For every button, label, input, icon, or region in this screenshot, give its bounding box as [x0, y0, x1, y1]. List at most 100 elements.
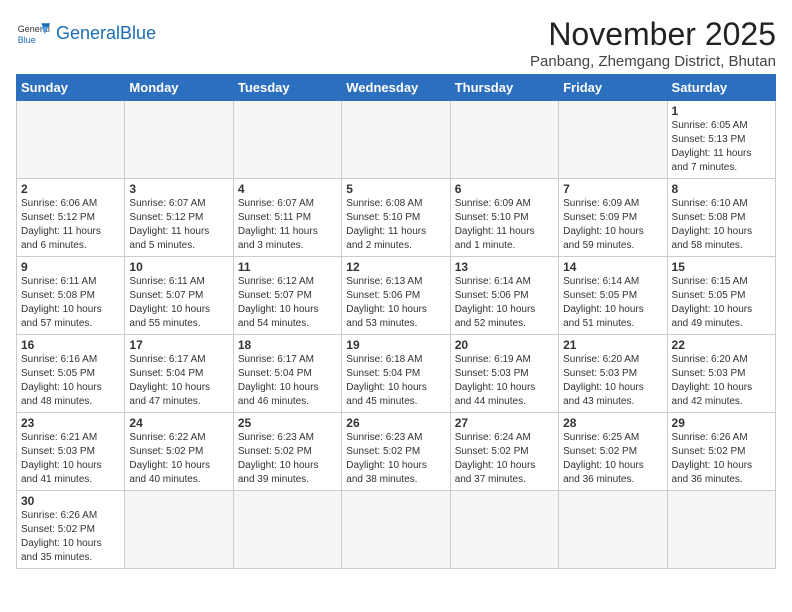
day-number: 18	[238, 338, 337, 352]
day-info: Sunrise: 6:05 AM Sunset: 5:13 PM Dayligh…	[672, 119, 771, 175]
day-number: 12	[346, 260, 445, 274]
calendar-cell: 12Sunrise: 6:13 AM Sunset: 5:06 PM Dayli…	[342, 257, 450, 335]
day-number: 3	[129, 182, 228, 196]
day-number: 21	[563, 338, 662, 352]
calendar-cell: 26Sunrise: 6:23 AM Sunset: 5:02 PM Dayli…	[342, 413, 450, 491]
calendar-table: SundayMondayTuesdayWednesdayThursdayFrid…	[16, 74, 776, 569]
day-info: Sunrise: 6:23 AM Sunset: 5:02 PM Dayligh…	[346, 431, 445, 487]
logo-text: GeneralBlue	[56, 24, 156, 44]
day-info: Sunrise: 6:16 AM Sunset: 5:05 PM Dayligh…	[21, 353, 120, 409]
page-header: General Blue GeneralBlue November 2025 P…	[16, 16, 776, 70]
calendar-cell: 16Sunrise: 6:16 AM Sunset: 5:05 PM Dayli…	[17, 335, 125, 413]
day-number: 9	[21, 260, 120, 274]
calendar-cell	[342, 101, 450, 179]
calendar-cell	[125, 101, 233, 179]
calendar-cell: 6Sunrise: 6:09 AM Sunset: 5:10 PM Daylig…	[450, 179, 558, 257]
calendar-cell: 20Sunrise: 6:19 AM Sunset: 5:03 PM Dayli…	[450, 335, 558, 413]
day-number: 29	[672, 416, 771, 430]
day-number: 30	[21, 494, 120, 508]
calendar-week-row: 30Sunrise: 6:26 AM Sunset: 5:02 PM Dayli…	[17, 491, 776, 569]
day-info: Sunrise: 6:19 AM Sunset: 5:03 PM Dayligh…	[455, 353, 554, 409]
column-header-monday: Monday	[125, 75, 233, 101]
calendar-week-row: 1Sunrise: 6:05 AM Sunset: 5:13 PM Daylig…	[17, 101, 776, 179]
day-info: Sunrise: 6:20 AM Sunset: 5:03 PM Dayligh…	[563, 353, 662, 409]
calendar-cell: 5Sunrise: 6:08 AM Sunset: 5:10 PM Daylig…	[342, 179, 450, 257]
calendar-cell: 14Sunrise: 6:14 AM Sunset: 5:05 PM Dayli…	[559, 257, 667, 335]
day-number: 11	[238, 260, 337, 274]
calendar-week-row: 9Sunrise: 6:11 AM Sunset: 5:08 PM Daylig…	[17, 257, 776, 335]
day-info: Sunrise: 6:20 AM Sunset: 5:03 PM Dayligh…	[672, 353, 771, 409]
calendar-cell	[450, 491, 558, 569]
calendar-cell: 7Sunrise: 6:09 AM Sunset: 5:09 PM Daylig…	[559, 179, 667, 257]
logo-icon: General Blue	[16, 16, 52, 52]
calendar-cell: 4Sunrise: 6:07 AM Sunset: 5:11 PM Daylig…	[233, 179, 341, 257]
calendar-cell: 17Sunrise: 6:17 AM Sunset: 5:04 PM Dayli…	[125, 335, 233, 413]
day-number: 25	[238, 416, 337, 430]
day-info: Sunrise: 6:21 AM Sunset: 5:03 PM Dayligh…	[21, 431, 120, 487]
calendar-week-row: 23Sunrise: 6:21 AM Sunset: 5:03 PM Dayli…	[17, 413, 776, 491]
day-number: 7	[563, 182, 662, 196]
day-number: 6	[455, 182, 554, 196]
calendar-week-row: 16Sunrise: 6:16 AM Sunset: 5:05 PM Dayli…	[17, 335, 776, 413]
day-info: Sunrise: 6:24 AM Sunset: 5:02 PM Dayligh…	[455, 431, 554, 487]
day-number: 1	[672, 104, 771, 118]
day-number: 8	[672, 182, 771, 196]
column-header-thursday: Thursday	[450, 75, 558, 101]
calendar-cell: 24Sunrise: 6:22 AM Sunset: 5:02 PM Dayli…	[125, 413, 233, 491]
day-info: Sunrise: 6:23 AM Sunset: 5:02 PM Dayligh…	[238, 431, 337, 487]
day-number: 16	[21, 338, 120, 352]
day-info: Sunrise: 6:18 AM Sunset: 5:04 PM Dayligh…	[346, 353, 445, 409]
day-info: Sunrise: 6:17 AM Sunset: 5:04 PM Dayligh…	[129, 353, 228, 409]
calendar-cell: 18Sunrise: 6:17 AM Sunset: 5:04 PM Dayli…	[233, 335, 341, 413]
day-info: Sunrise: 6:15 AM Sunset: 5:05 PM Dayligh…	[672, 275, 771, 331]
day-info: Sunrise: 6:26 AM Sunset: 5:02 PM Dayligh…	[672, 431, 771, 487]
location-subtitle: Panbang, Zhemgang District, Bhutan	[530, 53, 776, 70]
day-info: Sunrise: 6:22 AM Sunset: 5:02 PM Dayligh…	[129, 431, 228, 487]
calendar-cell: 27Sunrise: 6:24 AM Sunset: 5:02 PM Dayli…	[450, 413, 558, 491]
calendar-cell: 10Sunrise: 6:11 AM Sunset: 5:07 PM Dayli…	[125, 257, 233, 335]
day-number: 5	[346, 182, 445, 196]
calendar-cell	[17, 101, 125, 179]
day-number: 17	[129, 338, 228, 352]
calendar-cell: 29Sunrise: 6:26 AM Sunset: 5:02 PM Dayli…	[667, 413, 775, 491]
day-number: 22	[672, 338, 771, 352]
day-info: Sunrise: 6:06 AM Sunset: 5:12 PM Dayligh…	[21, 197, 120, 253]
column-header-friday: Friday	[559, 75, 667, 101]
calendar-header-row: SundayMondayTuesdayWednesdayThursdayFrid…	[17, 75, 776, 101]
title-block: November 2025 Panbang, Zhemgang District…	[530, 16, 776, 70]
calendar-cell	[342, 491, 450, 569]
calendar-cell: 8Sunrise: 6:10 AM Sunset: 5:08 PM Daylig…	[667, 179, 775, 257]
calendar-cell: 3Sunrise: 6:07 AM Sunset: 5:12 PM Daylig…	[125, 179, 233, 257]
column-header-sunday: Sunday	[17, 75, 125, 101]
day-number: 14	[563, 260, 662, 274]
calendar-cell: 19Sunrise: 6:18 AM Sunset: 5:04 PM Dayli…	[342, 335, 450, 413]
day-info: Sunrise: 6:13 AM Sunset: 5:06 PM Dayligh…	[346, 275, 445, 331]
day-info: Sunrise: 6:11 AM Sunset: 5:07 PM Dayligh…	[129, 275, 228, 331]
day-number: 28	[563, 416, 662, 430]
calendar-cell: 1Sunrise: 6:05 AM Sunset: 5:13 PM Daylig…	[667, 101, 775, 179]
calendar-cell	[559, 101, 667, 179]
calendar-week-row: 2Sunrise: 6:06 AM Sunset: 5:12 PM Daylig…	[17, 179, 776, 257]
calendar-cell	[233, 101, 341, 179]
day-info: Sunrise: 6:12 AM Sunset: 5:07 PM Dayligh…	[238, 275, 337, 331]
calendar-cell: 25Sunrise: 6:23 AM Sunset: 5:02 PM Dayli…	[233, 413, 341, 491]
day-info: Sunrise: 6:25 AM Sunset: 5:02 PM Dayligh…	[563, 431, 662, 487]
day-info: Sunrise: 6:26 AM Sunset: 5:02 PM Dayligh…	[21, 509, 120, 565]
day-info: Sunrise: 6:09 AM Sunset: 5:09 PM Dayligh…	[563, 197, 662, 253]
day-number: 4	[238, 182, 337, 196]
day-info: Sunrise: 6:14 AM Sunset: 5:05 PM Dayligh…	[563, 275, 662, 331]
day-number: 27	[455, 416, 554, 430]
day-number: 19	[346, 338, 445, 352]
calendar-cell: 23Sunrise: 6:21 AM Sunset: 5:03 PM Dayli…	[17, 413, 125, 491]
day-number: 23	[21, 416, 120, 430]
day-number: 26	[346, 416, 445, 430]
logo-blue: Blue	[120, 23, 156, 43]
calendar-cell: 30Sunrise: 6:26 AM Sunset: 5:02 PM Dayli…	[17, 491, 125, 569]
day-info: Sunrise: 6:07 AM Sunset: 5:11 PM Dayligh…	[238, 197, 337, 253]
calendar-cell	[450, 101, 558, 179]
day-info: Sunrise: 6:09 AM Sunset: 5:10 PM Dayligh…	[455, 197, 554, 253]
day-info: Sunrise: 6:11 AM Sunset: 5:08 PM Dayligh…	[21, 275, 120, 331]
logo: General Blue GeneralBlue	[16, 16, 156, 52]
calendar-cell	[233, 491, 341, 569]
calendar-cell: 21Sunrise: 6:20 AM Sunset: 5:03 PM Dayli…	[559, 335, 667, 413]
